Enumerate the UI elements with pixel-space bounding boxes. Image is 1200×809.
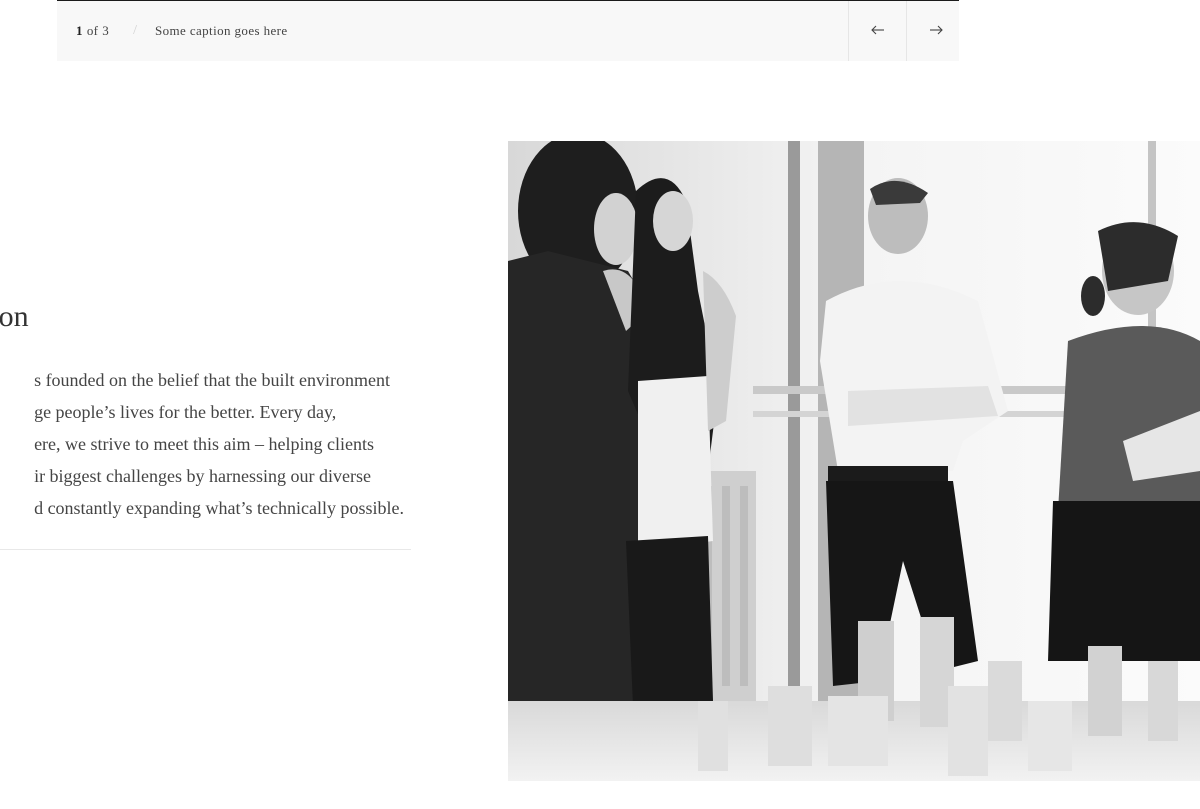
section-divider: [0, 549, 411, 550]
gallery-caption-bar: 1 of 3 / Some caption goes here: [57, 1, 959, 61]
section-body-line: ge people’s lives for the better. Every …: [34, 402, 337, 422]
slide-caption: Some caption goes here: [154, 23, 288, 38]
section-body-line: ir biggest challenges by harnessing our …: [34, 466, 371, 486]
previous-slide-button[interactable]: [848, 1, 906, 61]
next-slide-button[interactable]: [906, 1, 964, 61]
arrow-right-icon: [929, 22, 943, 40]
section-title: tion: [0, 300, 29, 333]
page: 1 of 3 / Some caption goes here tion: [0, 0, 1200, 809]
section-body-line: ere, we strive to meet this aim – helpin…: [34, 434, 374, 454]
slide-counter: 1 of 3: [76, 23, 109, 39]
arrow-left-icon: [870, 22, 885, 40]
slide-counter-total: 3: [102, 23, 110, 38]
team-photo-image: [508, 141, 1200, 781]
section-body-line: d constantly expanding what’s technicall…: [34, 498, 404, 518]
slide-counter-current: 1: [76, 23, 83, 38]
slide-counter-separator: of: [86, 23, 99, 38]
section-body-line: s founded on the belief that the built e…: [34, 370, 390, 390]
section-body: s founded on the belief that the built e…: [34, 364, 404, 524]
caption-divider-slash: /: [133, 23, 137, 38]
